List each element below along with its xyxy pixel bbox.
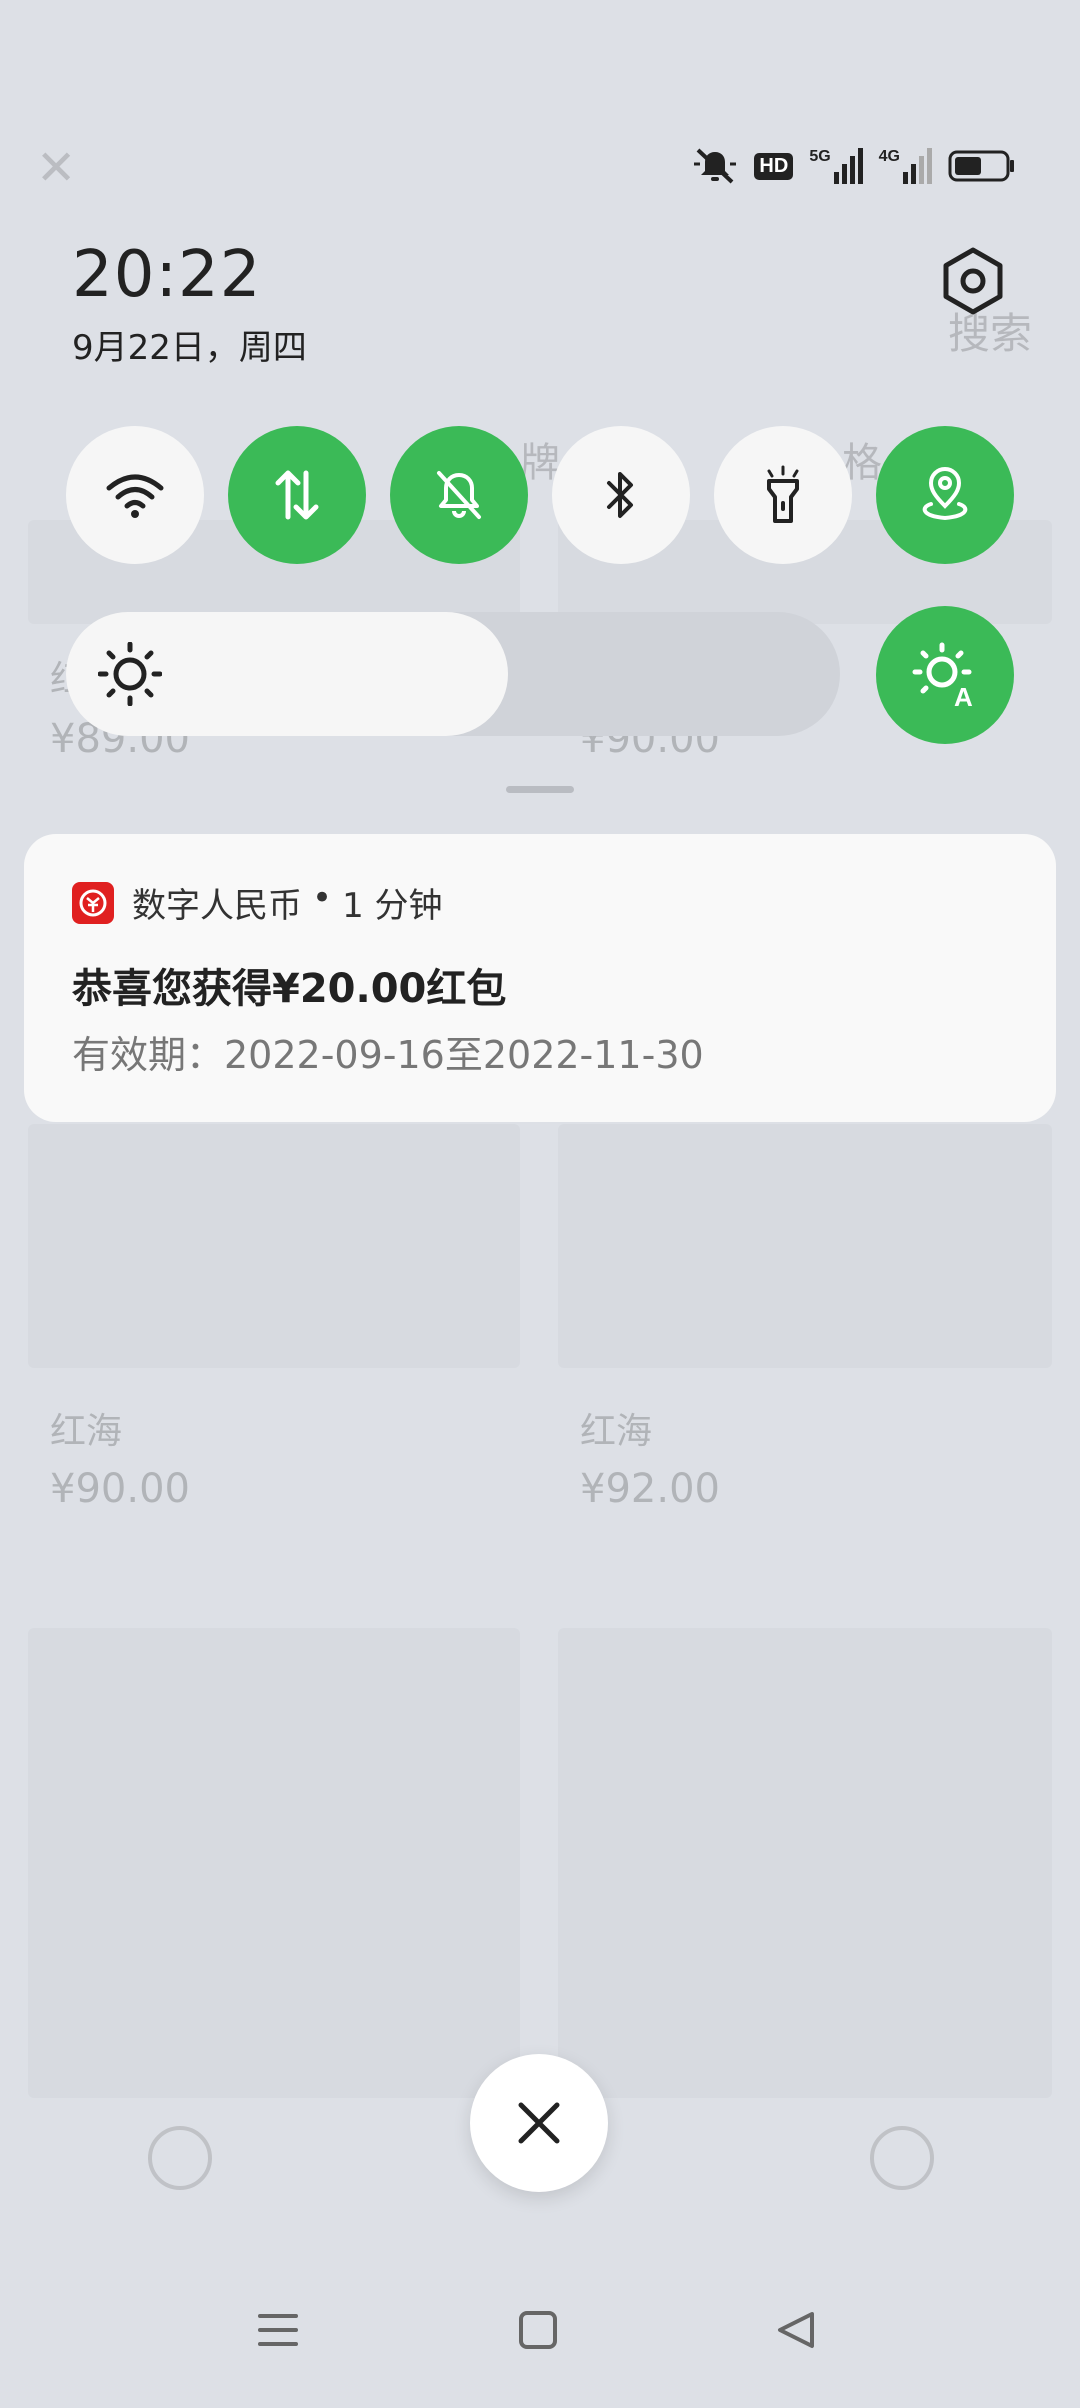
- home-icon: [148, 2126, 212, 2190]
- mobile-data-toggle[interactable]: [228, 426, 366, 564]
- data-arrows-icon: [275, 470, 319, 520]
- app-name: 数字人民币: [132, 886, 302, 926]
- notification-header: 数字人民币 • 1 分钟: [132, 878, 443, 927]
- bluetooth-toggle[interactable]: [552, 426, 690, 564]
- 4g-signal-icon: 4G: [879, 148, 932, 184]
- product-price: ¥90.00: [50, 1466, 190, 1512]
- product-price: ¥92.00: [580, 1466, 720, 1512]
- menu-icon[interactable]: [258, 2310, 298, 2350]
- separator: •: [312, 878, 333, 918]
- notification-title: 恭喜您获得¥20.00红包: [72, 966, 507, 1012]
- sun-icon: [98, 642, 162, 706]
- notification-card[interactable]: 数字人民币 • 1 分钟 恭喜您获得¥20.00红包 有效期：2022-09-1…: [24, 834, 1056, 1122]
- clock: 20:22: [72, 238, 262, 312]
- wifi-icon: [106, 474, 164, 518]
- mute-icon: [694, 148, 737, 184]
- close-icon: [518, 2102, 560, 2144]
- product-name: 红海: [50, 1411, 123, 1452]
- product-name: 红海: [580, 1411, 653, 1452]
- profile-icon: [870, 2126, 934, 2190]
- clear-notifications-button[interactable]: [470, 2054, 608, 2192]
- settings-gear-icon[interactable]: [938, 246, 1008, 316]
- home-button-icon[interactable]: [518, 2310, 558, 2350]
- location-icon: [922, 467, 968, 521]
- back-icon[interactable]: [776, 2310, 816, 2350]
- bluetooth-icon: [607, 472, 633, 518]
- drag-handle[interactable]: [506, 786, 574, 793]
- status-bar: HD 5G 4G: [692, 146, 1016, 186]
- 5g-signal-icon: 5G: [809, 148, 863, 184]
- bell-off-icon: [437, 471, 481, 519]
- auto-brightness-toggle[interactable]: A: [876, 606, 1014, 744]
- auto-brightness-icon: A: [912, 642, 973, 708]
- hd-icon: HD: [754, 152, 794, 180]
- svg-text:A: A: [954, 682, 973, 708]
- notification-body: 有效期：2022-09-16至2022-11-30: [72, 1033, 704, 1077]
- time-ago: 1 分钟: [342, 886, 443, 926]
- battery-icon: [948, 150, 1014, 182]
- brightness-slider[interactable]: [66, 612, 508, 736]
- wifi-toggle[interactable]: [66, 426, 204, 564]
- flashlight-icon: [767, 465, 799, 523]
- app-icon: [72, 882, 114, 924]
- system-nav-bar: [0, 2310, 1080, 2370]
- silent-toggle[interactable]: [390, 426, 528, 564]
- date: 9月22日，周四: [72, 328, 307, 368]
- location-toggle[interactable]: [876, 426, 1014, 564]
- flashlight-toggle[interactable]: [714, 426, 852, 564]
- close-icon: ✕: [36, 140, 77, 196]
